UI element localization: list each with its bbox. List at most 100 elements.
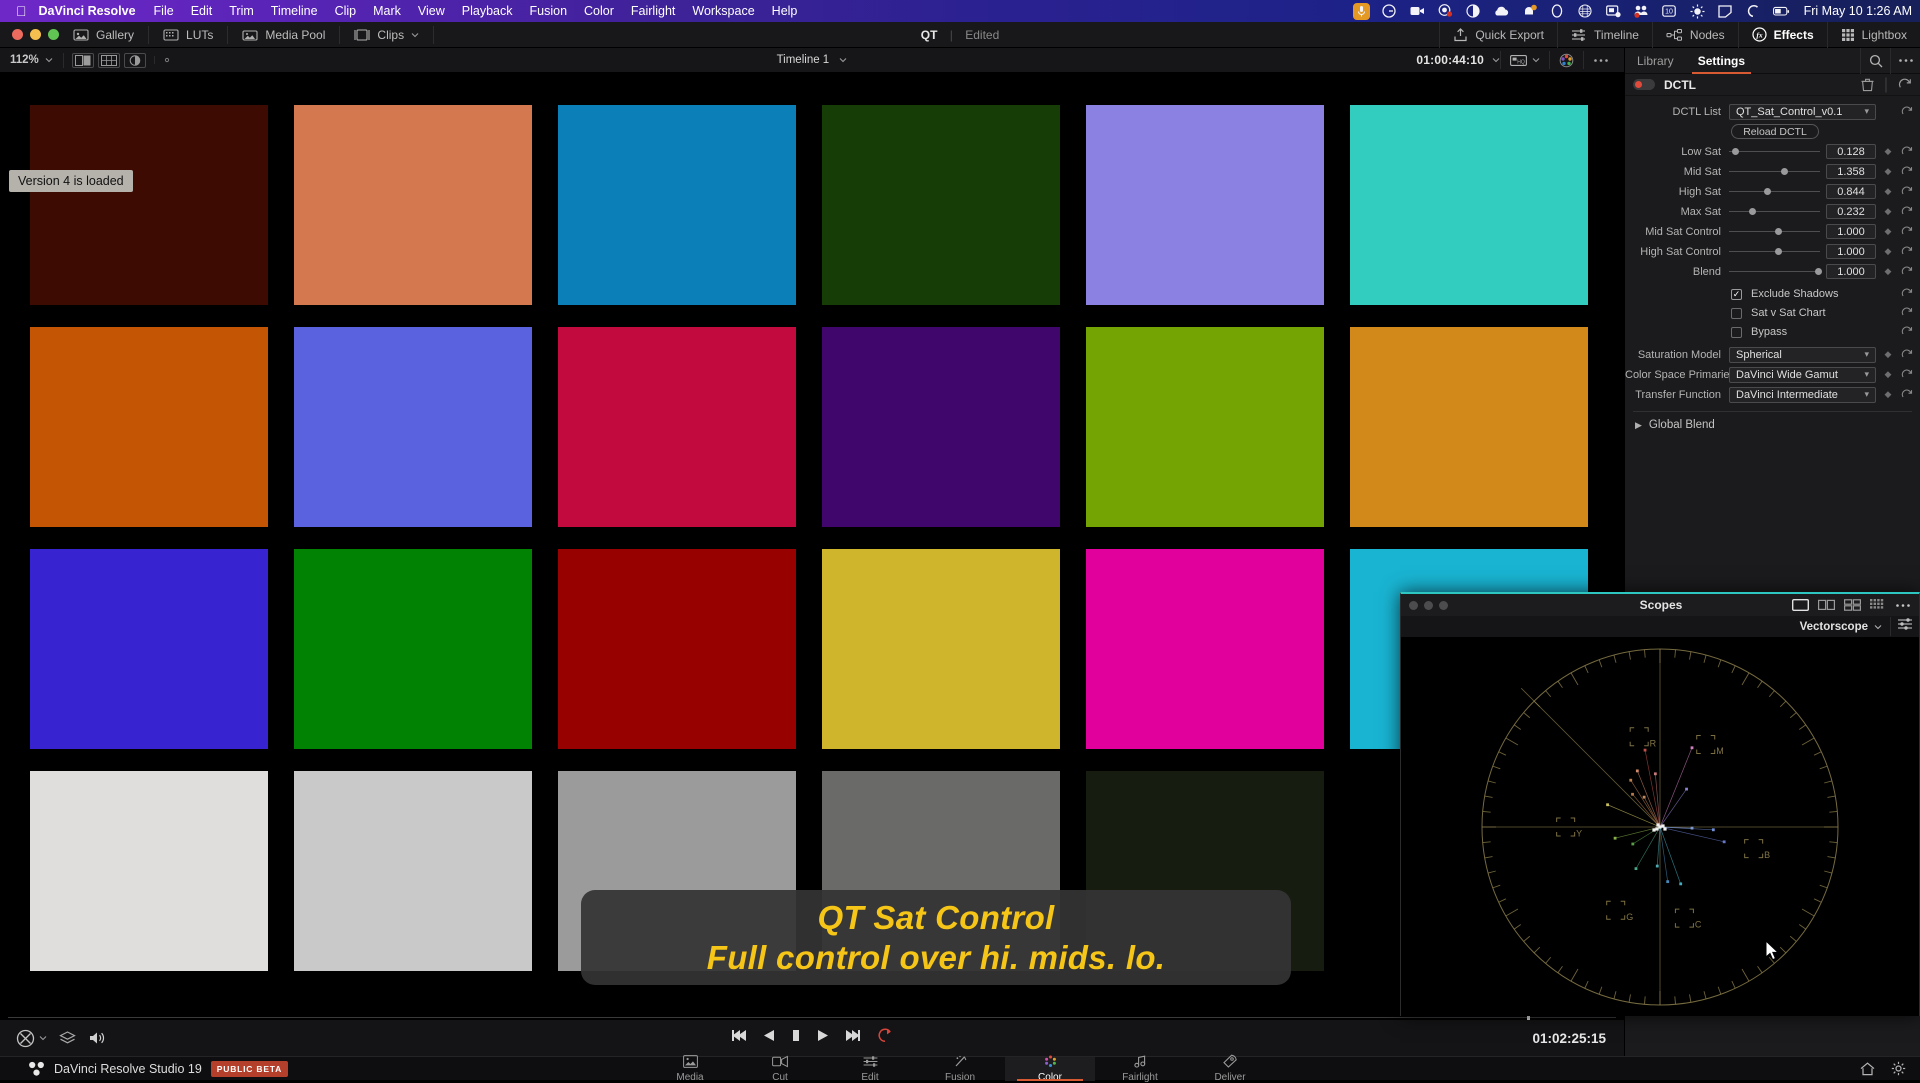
slider-value[interactable]: 1.000 [1826,264,1876,279]
speaker-icon[interactable] [88,1030,106,1046]
checkbox-reset-button[interactable] [1900,307,1914,319]
scopes-traffic-lights[interactable] [1409,601,1448,610]
slider-reset-button[interactable] [1900,146,1914,158]
slider-value[interactable]: 1.000 [1826,224,1876,239]
close-window-button[interactable] [12,29,23,40]
dropdown-control[interactable]: DaVinci Wide Gamut▾ [1729,367,1876,383]
ten-box-icon[interactable]: 10 [1661,3,1678,20]
quick-export-button[interactable]: Quick Export [1439,22,1557,48]
notification-bell-icon[interactable] [1521,3,1538,20]
slider-knob[interactable] [1749,208,1756,215]
slider-reset-button[interactable] [1900,266,1914,278]
keyframe-button[interactable]: ◆ [1882,389,1894,400]
luts-button[interactable]: LUTs [149,26,228,44]
layers-icon[interactable] [59,1030,76,1047]
jump-to-start-button[interactable] [731,1029,747,1047]
page-tab-deliver[interactable]: Deliver [1185,1057,1275,1081]
search-button[interactable] [1860,48,1890,74]
grid-view-icon[interactable] [1870,599,1886,611]
mac-menu-clip[interactable]: Clip [335,4,357,18]
screen-record-icon[interactable] [1409,3,1426,20]
slider-reset-button[interactable] [1900,246,1914,258]
keyframe-button[interactable]: ◆ [1882,226,1894,237]
color-viewer[interactable]: Version 4 is loaded QT Sat Control Full … [0,72,1624,1020]
mac-menu-fairlight[interactable]: Fairlight [631,4,675,18]
tab-settings[interactable]: Settings [1686,48,1757,74]
slider-control[interactable] [1729,185,1820,199]
users-icon[interactable] [1633,3,1650,20]
mac-menu-timeline[interactable]: Timeline [271,4,318,18]
mac-menu-help[interactable]: Help [772,4,798,18]
slider-knob[interactable] [1775,248,1782,255]
battery-icon[interactable] [1773,3,1790,20]
loop-button[interactable] [877,1028,893,1048]
slider-value[interactable]: 0.128 [1826,144,1876,159]
scopes-window[interactable]: Scopes Vectorscope RMBCGY [1400,592,1920,1016]
slider-control[interactable] [1729,225,1820,239]
viewer-extra-button[interactable] [154,56,179,64]
scope-mode-selector[interactable]: Vectorscope [1800,621,1882,633]
jump-to-end-button[interactable] [845,1029,861,1047]
keyframe-button[interactable]: ◆ [1882,166,1894,177]
page-tab-fairlight[interactable]: Fairlight [1095,1057,1185,1081]
single-view-icon[interactable] [1792,599,1809,611]
slider-value[interactable]: 1.358 [1826,164,1876,179]
apple-logo-icon[interactable]:  [16,4,27,18]
play-button[interactable] [817,1029,829,1047]
window-traffic-lights[interactable] [0,29,59,40]
scopes-maximize-button[interactable] [1439,601,1448,610]
nodes-button[interactable]: Nodes [1652,22,1738,48]
clips-button[interactable]: Clips [340,26,434,44]
slider-control[interactable] [1729,245,1820,259]
control-center-icon[interactable] [1745,3,1762,20]
slider-control[interactable] [1729,145,1820,159]
keyframe-button[interactable]: ◆ [1882,146,1894,157]
slider-reset-button[interactable] [1900,166,1914,178]
dropdown-control[interactable]: DaVinci Intermediate▾ [1729,387,1876,403]
reset-icon[interactable] [1898,78,1912,92]
cloud-icon[interactable] [1493,3,1510,20]
slider-value[interactable]: 0.232 [1826,204,1876,219]
slider-knob[interactable] [1732,148,1739,155]
mac-menu-clock[interactable]: Fri May 10 1:26 AM [1804,4,1912,18]
mac-menu-playback[interactable]: Playback [462,4,513,18]
scopes-minimize-button[interactable] [1424,601,1433,610]
contrast-icon[interactable] [1465,3,1482,20]
wipe-view-button[interactable] [124,53,146,68]
reload-dctl-button[interactable]: Reload DCTL [1731,124,1819,139]
slider-control[interactable] [1729,165,1820,179]
page-tab-cut[interactable]: Cut [735,1057,825,1081]
scopes-close-button[interactable] [1409,601,1418,610]
slider-reset-button[interactable] [1900,206,1914,218]
slider-knob[interactable] [1815,268,1822,275]
viewer-more-options-button[interactable] [1583,51,1618,69]
calendar-grid-icon[interactable] [1577,3,1594,20]
minimize-window-button[interactable] [30,29,41,40]
slider-reset-button[interactable] [1900,186,1914,198]
mac-menu-edit[interactable]: Edit [191,4,213,18]
slider-value[interactable]: 0.844 [1826,184,1876,199]
viewer-timecode[interactable]: 01:00:44:10 [1408,53,1492,67]
display-icon[interactable] [1717,3,1734,20]
chevron-down-icon[interactable] [1492,57,1500,63]
microphone-icon[interactable] [1353,3,1370,20]
dropdown-control[interactable]: Spherical▾ [1729,347,1876,363]
home-icon[interactable] [1860,1062,1875,1076]
keyframe-button[interactable]: ◆ [1882,206,1894,217]
clock-circle-icon[interactable] [1549,3,1566,20]
more-options-icon[interactable] [1895,603,1911,608]
mac-menu-app-name[interactable]: DaVinci Resolve [39,4,136,18]
page-tab-fusion[interactable]: Fusion [915,1057,1005,1081]
slider-control[interactable] [1729,265,1820,279]
slider-control[interactable] [1729,205,1820,219]
keyframe-button[interactable]: ◆ [1882,349,1894,360]
dropdown-reset-button[interactable] [1900,349,1914,361]
slider-value[interactable]: 1.000 [1826,244,1876,259]
quad-view-icon[interactable] [1844,599,1861,611]
mac-menu-fusion[interactable]: Fusion [530,4,568,18]
global-blend-section[interactable]: ▶ Global Blend [1625,412,1920,431]
viewer-color-button[interactable] [1549,51,1583,69]
slider-knob[interactable] [1764,188,1771,195]
mac-menu-workspace[interactable]: Workspace [692,4,754,18]
lightbox-button[interactable]: Lightbox [1827,22,1920,48]
